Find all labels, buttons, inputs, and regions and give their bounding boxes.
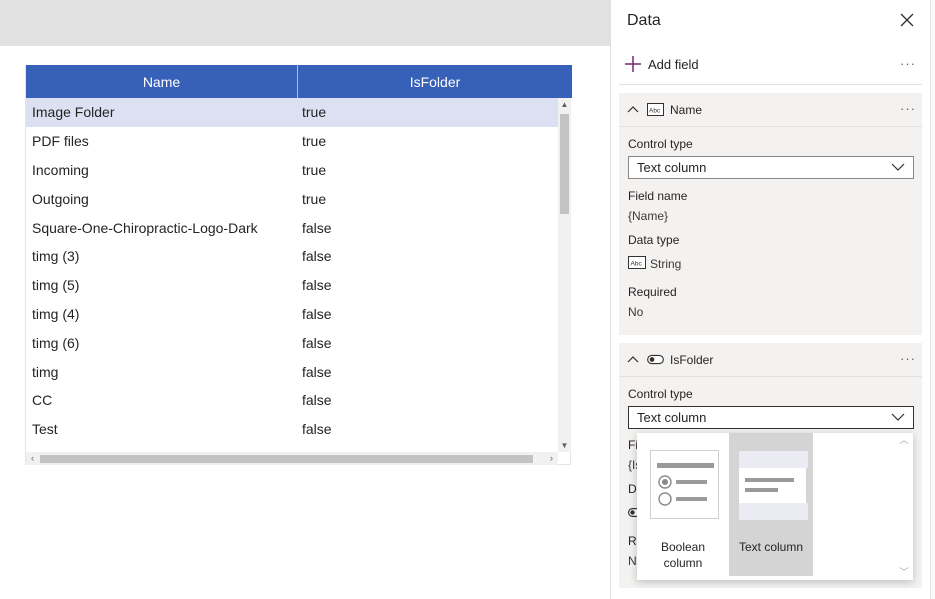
table-row[interactable]: timg (3) false <box>26 242 558 271</box>
field-card-header[interactable]: Abc Name ··· <box>619 93 922 127</box>
table-row[interactable]: PDF files true <box>26 127 558 156</box>
control-type-dropdown: Boolean column Text column ︿ ﹀ <box>637 433 913 580</box>
control-type-value: Text column <box>637 410 707 425</box>
required-label: Required <box>628 285 677 299</box>
scroll-up-icon[interactable]: ▲ <box>558 98 571 111</box>
boolean-column-preview-icon <box>650 450 719 519</box>
chevron-down-icon <box>891 413 905 421</box>
chevron-up-icon[interactable] <box>627 104 639 116</box>
add-field-button[interactable]: Add field <box>623 54 699 74</box>
option-label: Boolean column <box>660 540 706 570</box>
control-type-select[interactable]: Text column <box>628 156 914 179</box>
cell-name: Image Folder <box>32 104 115 121</box>
table-row[interactable]: Image Folder true <box>26 98 558 127</box>
option-label: Text column <box>738 540 804 554</box>
text-column-preview-icon <box>738 450 808 520</box>
cell-isfolder: false <box>302 277 332 294</box>
close-icon[interactable] <box>897 10 917 30</box>
scroll-left-icon[interactable]: ‹ <box>26 452 39 465</box>
vertical-scrollbar[interactable]: ▲ ▼ <box>558 98 571 452</box>
field-name-header: Name <box>670 103 703 117</box>
cell-isfolder: false <box>302 219 332 236</box>
app-top-bar <box>0 0 612 46</box>
divider <box>619 84 922 85</box>
required-value: No <box>628 305 644 319</box>
table-row[interactable]: CC false <box>26 386 558 415</box>
horizontal-scroll-thumb[interactable] <box>40 455 533 463</box>
scroll-up-icon[interactable]: ︿ <box>897 433 911 446</box>
cell-name: timg (6) <box>32 334 80 351</box>
data-table: Name IsFolder Image Folder true PDF files t… <box>25 65 572 465</box>
toggle-icon <box>647 354 664 365</box>
data-type-value: String <box>650 257 682 271</box>
scroll-right-icon[interactable]: › <box>545 452 558 465</box>
plus-icon <box>625 56 641 72</box>
cell-name: timg <box>32 363 59 380</box>
cell-isfolder: false <box>302 392 332 409</box>
option-text-column[interactable]: Text column <box>729 433 813 576</box>
field-more-icon[interactable]: ··· <box>900 101 916 116</box>
cell-isfolder: true <box>302 190 327 207</box>
table-row[interactable]: Outgoing true <box>26 184 558 213</box>
panel-title: Data <box>627 12 661 29</box>
svg-text:Abc: Abc <box>649 108 661 115</box>
cell-name: timg (5) <box>32 277 80 294</box>
vertical-scroll-thumb[interactable] <box>560 114 569 214</box>
cell-isfolder: true <box>302 161 327 178</box>
required-label: R <box>628 534 637 548</box>
option-boolean-column[interactable]: Boolean column <box>641 433 725 576</box>
table-row[interactable]: timg (5) false <box>26 271 558 300</box>
field-card-header[interactable]: IsFolder ··· <box>619 343 922 377</box>
panel-edge <box>930 0 935 599</box>
cell-isfolder: false <box>302 421 332 438</box>
text-field-icon: Abc <box>647 103 664 116</box>
cell-isfolder: false <box>302 248 332 265</box>
svg-text:Abc: Abc <box>631 261 643 268</box>
required-value: N <box>628 554 637 568</box>
dropdown-scrollbar[interactable]: ︿ ﹀ <box>897 433 911 580</box>
control-type-label: Control type <box>628 387 693 401</box>
chevron-up-icon[interactable] <box>627 354 639 366</box>
control-type-select[interactable]: Text column <box>628 406 914 429</box>
field-more-icon[interactable]: ··· <box>900 351 916 366</box>
column-header-isfolder[interactable]: IsFolder <box>297 65 572 98</box>
table-header: Name IsFolder <box>26 65 572 98</box>
cell-name: Outgoing <box>32 190 89 207</box>
cell-name: PDF files <box>32 133 89 150</box>
cell-name: Incoming <box>32 161 89 178</box>
cell-isfolder: false <box>302 363 332 380</box>
cell-isfolder: false <box>302 305 332 322</box>
data-type-label: Data type <box>628 233 680 247</box>
more-options-icon[interactable]: ··· <box>900 56 916 71</box>
table-row[interactable]: timg false <box>26 357 558 386</box>
field-card-name: Abc Name ··· Control type Text column Fi… <box>619 93 922 335</box>
table-body: Image Folder true PDF files true Incoming tru… <box>26 98 558 444</box>
field-name-label: Field name <box>628 189 688 203</box>
cell-isfolder: true <box>302 133 327 150</box>
scroll-down-icon[interactable]: ▼ <box>558 439 571 452</box>
horizontal-scrollbar[interactable]: ‹ › <box>26 452 558 465</box>
table-row[interactable]: Square-One-Chiropractic-Logo-Dark false <box>26 213 558 242</box>
data-type-label: D <box>628 482 637 496</box>
table-row[interactable]: Incoming true <box>26 156 558 185</box>
control-type-value: Text column <box>637 160 707 175</box>
add-field-label: Add field <box>648 56 699 72</box>
cell-isfolder: false <box>302 334 332 351</box>
cell-name: CC <box>32 392 53 409</box>
cell-name: timg (3) <box>32 248 80 265</box>
table-row[interactable]: Test false <box>26 415 558 444</box>
table-row[interactable]: timg (4) false <box>26 300 558 329</box>
cell-name: timg (4) <box>32 305 80 322</box>
field-name-value: {Name} <box>628 209 669 223</box>
string-type-icon: Abc <box>628 256 646 269</box>
field-name-header: IsFolder <box>670 353 714 367</box>
scroll-down-icon[interactable]: ﹀ <box>897 565 911 578</box>
column-header-name[interactable]: Name <box>26 65 297 98</box>
chevron-down-icon <box>891 163 905 171</box>
table-row[interactable]: timg (6) false <box>26 328 558 357</box>
control-type-label: Control type <box>628 137 693 151</box>
cell-name: Test <box>32 421 58 438</box>
cell-name: Square-One-Chiropractic-Logo-Dark <box>32 219 258 236</box>
cell-isfolder: true <box>302 104 327 121</box>
